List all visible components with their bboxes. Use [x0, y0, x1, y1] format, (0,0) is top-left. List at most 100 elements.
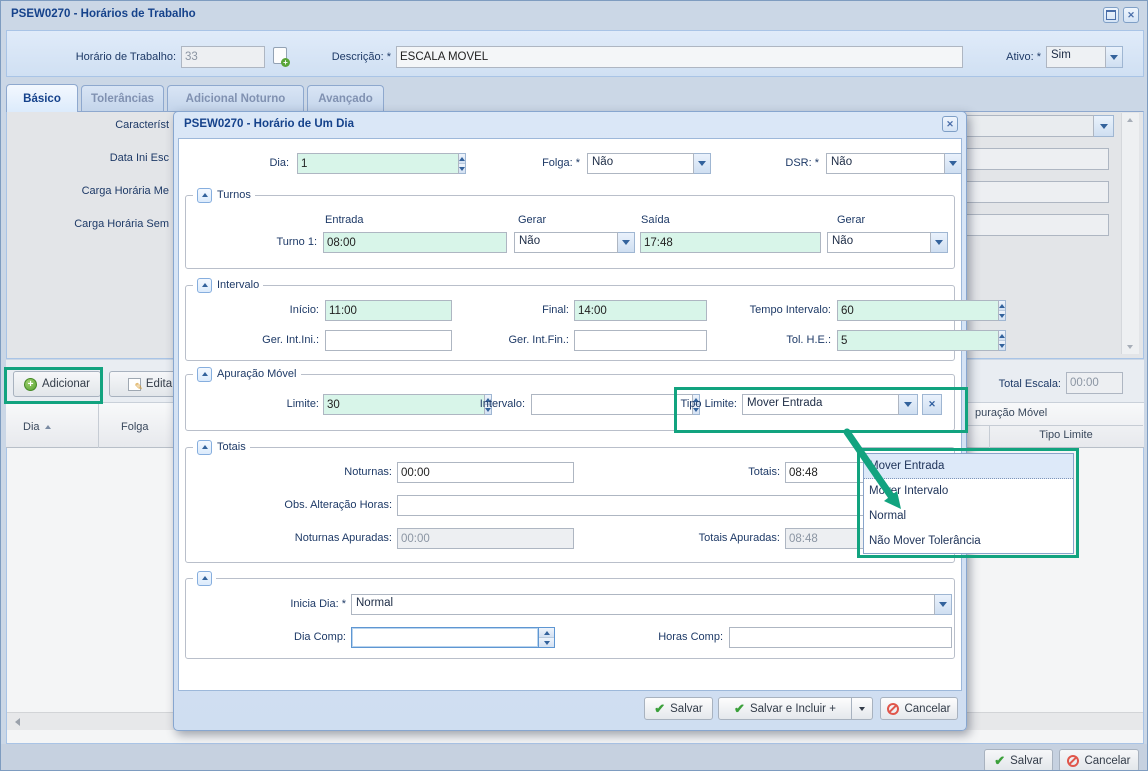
dia-comp-field[interactable]: [351, 627, 539, 648]
folga-combo[interactable]: Não: [587, 153, 711, 174]
collapse-icon[interactable]: [197, 367, 212, 382]
noturnas-label: Noturnas:: [292, 466, 392, 478]
form-vertical-scrollbar[interactable]: [1121, 113, 1139, 354]
limite-spinner[interactable]: [323, 394, 437, 415]
total-escala-field[interactable]: [1066, 372, 1123, 394]
tab-adicional-noturno[interactable]: Adicional Noturno: [167, 85, 304, 112]
dia-field[interactable]: [297, 153, 459, 174]
maximize-button[interactable]: [1103, 7, 1119, 23]
noturnas-apuradas-field[interactable]: [397, 528, 574, 549]
group-header-apuracao-movel: puração Móvel: [975, 407, 1047, 419]
tol-he-label: Tol. H.E.:: [741, 334, 831, 346]
collapse-icon[interactable]: [197, 188, 212, 203]
scroll-up-icon[interactable]: [1127, 118, 1133, 122]
column-header-folga[interactable]: Folga: [121, 421, 149, 433]
dia-comp-spinner[interactable]: [351, 627, 555, 648]
turno-1-saida-field[interactable]: [640, 232, 821, 253]
prohibition-icon: [887, 703, 899, 715]
collapse-icon[interactable]: [197, 571, 212, 586]
horas-comp-field[interactable]: [729, 627, 952, 648]
col-saida: Saída: [641, 214, 670, 226]
chevron-down-icon[interactable]: [931, 232, 948, 253]
inicio-field[interactable]: [325, 300, 452, 321]
tab-avancado[interactable]: Avançado: [307, 85, 384, 112]
descricao-label: Descrição: *: [301, 51, 391, 63]
horario-trabalho-field[interactable]: [181, 46, 265, 68]
ativo-label: Ativo: *: [981, 51, 1041, 63]
spinner-arrows-icon[interactable]: [539, 627, 555, 648]
horas-comp-label: Horas Comp:: [638, 631, 723, 643]
obs-alteracao-horas-label: Obs. Alteração Horas:: [242, 499, 392, 511]
final-field[interactable]: [574, 300, 707, 321]
ativo-combo[interactable]: Sim: [1046, 46, 1123, 68]
dsr-combo[interactable]: Não: [826, 153, 962, 174]
chevron-down-icon[interactable]: [1106, 46, 1123, 68]
new-record-icon[interactable]: [273, 47, 287, 64]
collapse-icon[interactable]: [197, 440, 212, 455]
turno-1-gerar-entrada-combo[interactable]: Não: [514, 232, 635, 253]
folga-combo-value: Não: [587, 153, 694, 174]
noturnas-field[interactable]: [397, 462, 574, 483]
noturnas-apuradas-label: Noturnas Apuradas:: [277, 532, 392, 544]
dialog-save-button[interactable]: ✔ Salvar: [644, 697, 713, 720]
col-gerar-2: Gerar: [837, 214, 865, 226]
scroll-down-icon[interactable]: [1127, 345, 1133, 349]
tab-basico[interactable]: Básico: [6, 84, 78, 112]
tol-he-spinner[interactable]: [837, 330, 957, 351]
chevron-down-icon: [859, 707, 865, 711]
totais-label: Totais:: [705, 466, 780, 478]
collapse-icon[interactable]: [197, 278, 212, 293]
ger-int-ini-label: Ger. Int.Ini.:: [229, 334, 319, 346]
dialog-close-button[interactable]: ✕: [942, 116, 958, 132]
turnos-legend: Turnos: [193, 187, 255, 203]
tempo-intervalo-field[interactable]: [837, 300, 999, 321]
tempo-intervalo-spinner[interactable]: [837, 300, 957, 321]
ger-int-fin-field[interactable]: [574, 330, 707, 351]
totais-apuradas-label: Totais Apuradas:: [685, 532, 780, 544]
chevron-down-icon[interactable]: [945, 153, 962, 174]
caracteristica-label: Característ: [1, 119, 169, 131]
dsr-combo-value: Não: [826, 153, 945, 174]
carga-horaria-mensal-label: Carga Horária Me: [1, 185, 169, 197]
inicia-dia-legend: [193, 570, 216, 586]
tab-tolerancias[interactable]: Tolerâncias: [81, 85, 164, 112]
dialog-cancel-button[interactable]: Cancelar: [880, 697, 958, 720]
obs-alteracao-horas-field[interactable]: [397, 495, 916, 516]
check-icon: ✔: [734, 702, 745, 715]
inicia-dia-combo[interactable]: Normal: [351, 594, 952, 615]
window-save-button[interactable]: ✔ Salvar: [984, 749, 1053, 771]
ger-int-ini-field[interactable]: [325, 330, 452, 351]
chevron-down-icon[interactable]: [618, 232, 635, 253]
turno-1-entrada-field[interactable]: [323, 232, 507, 253]
column-header-tipo-limite[interactable]: Tipo Limite: [989, 429, 1143, 441]
save-and-add-menu-button[interactable]: [851, 697, 873, 720]
inicio-label: Início:: [229, 304, 319, 316]
dsr-label: DSR: *: [743, 157, 819, 169]
chevron-down-icon[interactable]: [1094, 115, 1114, 137]
scroll-left-icon[interactable]: [15, 718, 20, 726]
window-close-button[interactable]: ✕: [1123, 7, 1139, 23]
inicia-dia-label: Inicia Dia: *: [246, 598, 346, 610]
edit-icon: [128, 378, 141, 391]
window-cancel-button[interactable]: Cancelar: [1059, 749, 1139, 771]
chevron-down-icon[interactable]: [935, 594, 952, 615]
dia-comp-label: Dia Comp:: [256, 631, 346, 643]
column-header-dia[interactable]: Dia: [23, 421, 51, 433]
maximize-icon: [1106, 10, 1116, 20]
apuracao-movel-legend: Apuração Móvel: [193, 366, 301, 382]
spinner-arrows-icon[interactable]: [999, 300, 1006, 321]
tol-he-field[interactable]: [837, 330, 999, 351]
turno-1-gerar-saida-combo[interactable]: Não: [827, 232, 948, 253]
col-gerar-1: Gerar: [518, 214, 546, 226]
col-entrada: Entrada: [325, 214, 364, 226]
prohibition-icon: [1067, 755, 1079, 767]
descricao-field[interactable]: [396, 46, 963, 68]
window-footer: [1, 744, 1148, 771]
spinner-arrows-icon[interactable]: [459, 153, 466, 174]
spinner-arrows-icon[interactable]: [999, 330, 1006, 351]
intervalo-apuracao-label: Intervalo:: [445, 398, 525, 410]
dialog-save-and-add-button[interactable]: ✔ Salvar e Incluir +: [718, 697, 852, 720]
dia-spinner[interactable]: [297, 153, 453, 174]
intervalo-apuracao-spinner[interactable]: [531, 394, 634, 415]
chevron-down-icon[interactable]: [694, 153, 711, 174]
